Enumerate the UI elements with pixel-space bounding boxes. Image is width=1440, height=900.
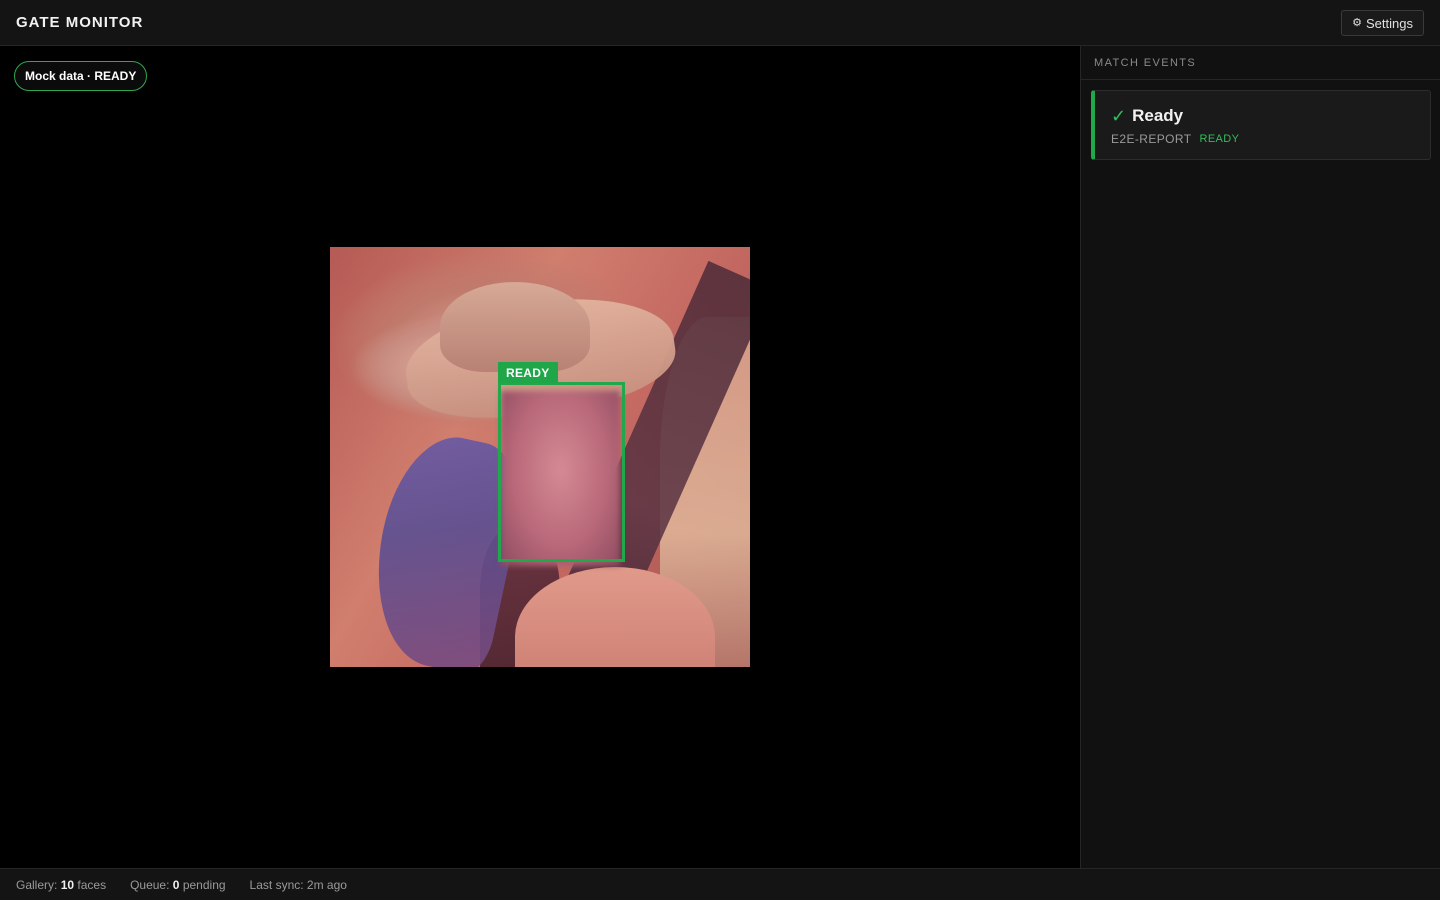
gallery-stat: Gallery: 10 faces [16,878,106,892]
settings-button[interactable]: ⚙ Settings [1341,10,1424,36]
gallery-count: 10 [60,877,75,892]
settings-label: Settings [1366,15,1413,31]
match-event-card[interactable]: ✓ Ready E2E-REPORT READY [1091,90,1431,160]
queue-stat: Queue: 0 pending [130,878,225,892]
event-id: E2E-REPORT [1111,132,1192,146]
camera-viewer: Mock data · READY READY [0,46,1080,868]
queue-unit: pending [182,877,226,892]
camera-frame: READY [330,247,750,667]
event-title-row: ✓ Ready [1111,106,1183,126]
app-title: GATE MONITOR [16,14,144,31]
status-pill: Mock data · READY [14,61,148,91]
queue-count: 0 [172,877,180,892]
match-events-panel: MATCH EVENTS ✓ Ready E2E-REPORT READY [1080,46,1440,868]
match-events-heading: MATCH EVENTS [1081,46,1440,80]
last-sync: Last sync: 2m ago [249,877,347,892]
gallery-unit: faces [77,877,107,892]
hat-crown [440,282,590,372]
detection-label: READY [498,362,558,383]
check-icon: ✓ [1111,106,1127,126]
event-status: READY [1199,133,1240,145]
event-title: Ready [1132,106,1184,125]
status-footer: Gallery: 10 faces Queue: 0 pending Last … [0,868,1440,900]
face-detection-box[interactable] [498,382,625,562]
queue-label: Queue: [130,877,170,892]
app-root: GATE MONITOR ⚙ Settings Mock data · READ… [0,0,1440,900]
gear-icon: ⚙ [1352,16,1363,29]
top-bar: GATE MONITOR ⚙ Settings [0,0,1440,46]
event-meta: E2E-REPORT READY [1111,132,1239,146]
gallery-label: Gallery: [16,877,58,892]
